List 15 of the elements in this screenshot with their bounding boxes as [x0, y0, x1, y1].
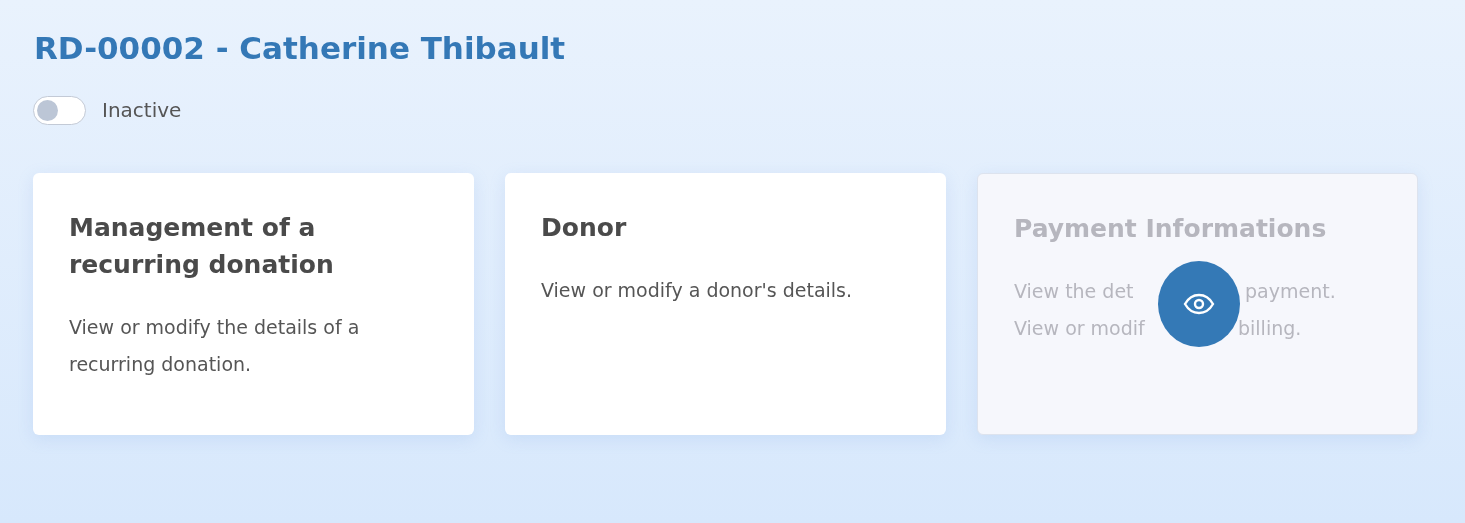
card-background[interactable]: Management of a recurring donation View or modify the details of a recurring donation.: [33, 173, 474, 436]
card-title: Management of a recurring donation: [69, 212, 335, 282]
card-description: payment.: [1245, 279, 1336, 305]
card-title: Payment Informations: [1014, 213, 1328, 246]
card-title: Donor: [541, 212, 628, 245]
toggle-switch[interactable]: [33, 95, 86, 125]
page-title: RD-00002 - Catherine Thibault: [34, 30, 567, 68]
eye-icon: [1183, 293, 1215, 316]
card-description: View or modify a donor's details.: [541, 278, 854, 304]
card-description: View the det: [1014, 279, 1135, 305]
toggle-label: Inactive: [102, 97, 182, 125]
card-background[interactable]: Donor View or modify a donor's details.: [505, 173, 946, 436]
card-description: billing.: [1238, 316, 1302, 342]
card-description: View or modif: [1014, 316, 1146, 342]
card-description: View or modify the details of a recurring donation.: [69, 315, 361, 378]
